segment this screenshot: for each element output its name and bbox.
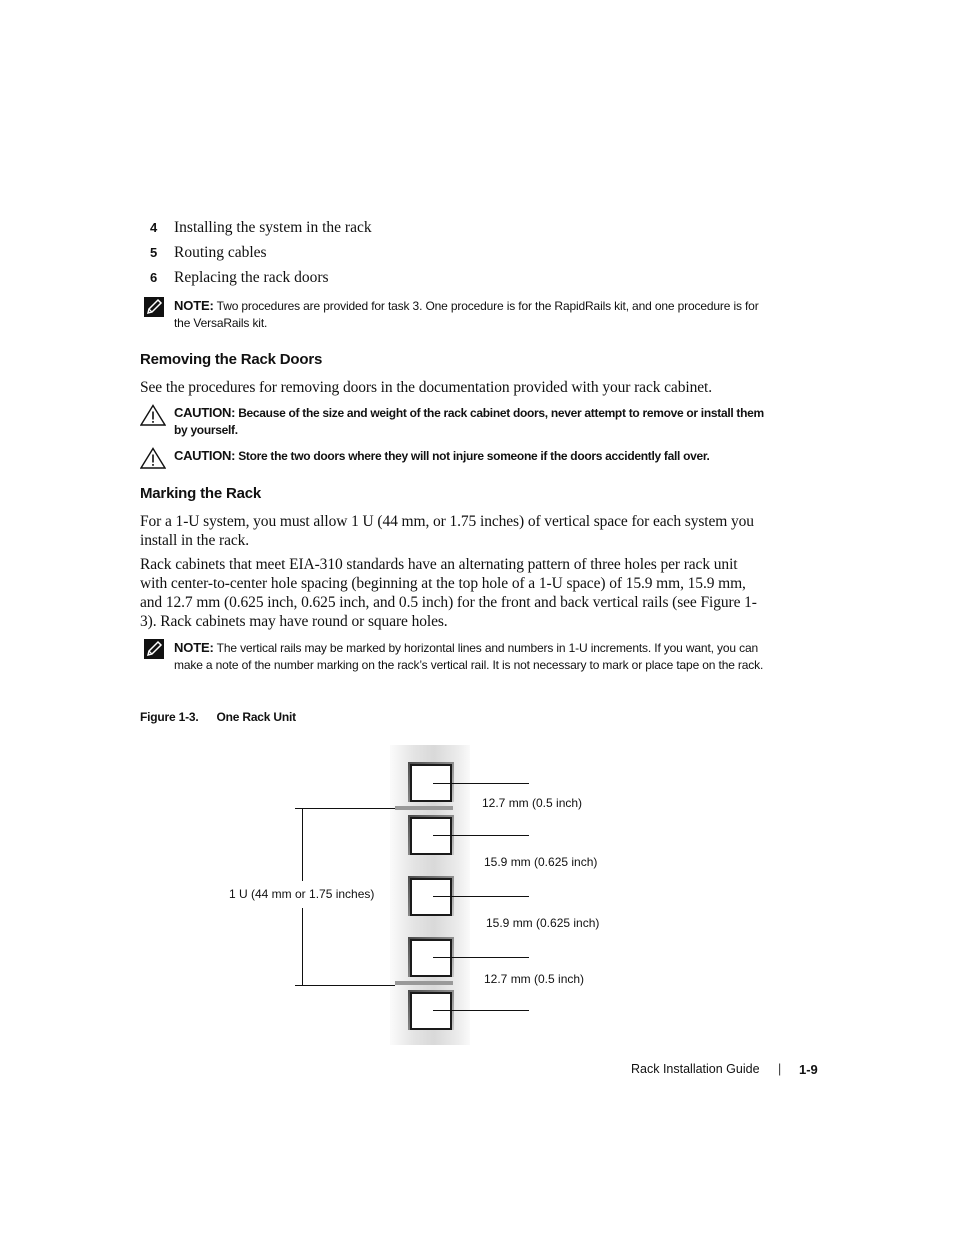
unit-boundary-marker	[395, 981, 453, 985]
hole-center-line	[433, 1010, 529, 1011]
hole-center-line	[433, 896, 529, 897]
note-text: NOTE: Two procedures are provided for ta…	[174, 297, 764, 332]
caution-body: Store the two doors where they will not …	[235, 449, 710, 463]
paragraph: Rack cabinets that meet EIA-310 standard…	[140, 556, 757, 630]
step-text: Replacing the rack doors	[174, 269, 329, 286]
note-label: NOTE:	[174, 298, 214, 313]
note-label: NOTE:	[174, 640, 214, 655]
paragraph: For a 1-U system, you must allow 1 U (44…	[140, 513, 754, 549]
spacing-label: 12.7 mm (0.5 inch)	[484, 972, 585, 986]
bracket-top-line	[295, 808, 395, 809]
hole-center-line	[433, 835, 529, 836]
warning-triangle-icon	[139, 404, 167, 431]
step-number: 6	[150, 270, 158, 285]
note-text: NOTE: The vertical rails may be marked b…	[174, 639, 764, 674]
bracket-vertical-line	[302, 808, 303, 881]
rail-hole	[408, 762, 454, 802]
hole-center-line	[433, 783, 529, 784]
pencil-note-icon	[144, 639, 164, 659]
step-number: 4	[150, 220, 158, 235]
caution-text: CAUTION: Because of the size and weight …	[174, 404, 764, 439]
page-number: 1-9	[799, 1062, 818, 1077]
section-heading: Removing the Rack Doors	[140, 351, 323, 368]
caution-label: CAUTION:	[174, 448, 236, 463]
section-heading: Marking the Rack	[140, 485, 262, 502]
figure-caption: Figure 1-3. One Rack Unit	[140, 710, 296, 724]
step-text: Routing cables	[174, 244, 267, 261]
spacing-label: 15.9 mm (0.625 inch)	[484, 855, 598, 869]
figure-title: One Rack Unit	[216, 710, 296, 724]
spacing-label: 12.7 mm (0.5 inch)	[482, 796, 583, 810]
spacing-label: 15.9 mm (0.625 inch)	[486, 916, 600, 930]
footer-guide-title: Rack Installation Guide	[631, 1062, 760, 1076]
step-number: 5	[150, 245, 158, 260]
pencil-note-icon	[144, 297, 164, 317]
warning-triangle-icon	[139, 447, 167, 474]
note-body: The vertical rails may be marked by hori…	[174, 641, 764, 672]
caution-label: CAUTION:	[174, 405, 236, 420]
unit-boundary-marker	[395, 806, 453, 810]
bracket-vertical-line	[302, 908, 303, 985]
footer-separator: |	[778, 1062, 782, 1076]
note-body: Two procedures are provided for task 3. …	[174, 299, 759, 330]
caution-body: Because of the size and weight of the ra…	[174, 406, 764, 437]
hole-center-line	[433, 957, 529, 958]
step-text: Installing the system in the rack	[174, 219, 372, 236]
paragraph: See the procedures for removing doors in…	[140, 379, 712, 396]
bracket-bottom-line	[295, 985, 395, 986]
unit-height-label: 1 U (44 mm or 1.75 inches)	[229, 887, 375, 901]
caution-text: CAUTION: Store the two doors where they …	[174, 447, 764, 465]
figure-number: Figure 1-3.	[140, 710, 199, 724]
